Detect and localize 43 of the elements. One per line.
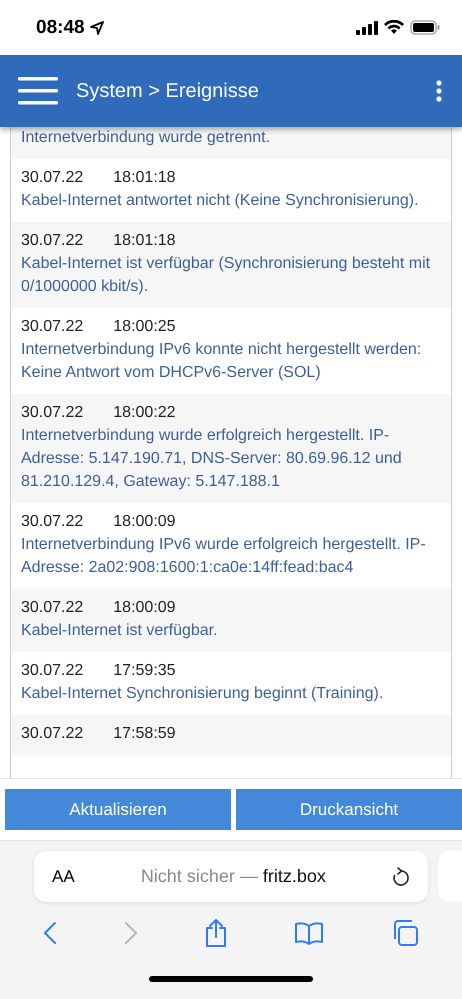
book-icon[interactable] [294,921,324,945]
event-date: 30.07.22 [21,317,84,337]
event-message: Internetverbindung wurde getrennt. [21,128,272,148]
clock-time: 08:48 [36,16,85,38]
event-message: Internetverbindung wurde erfolgreich hergestellt. IP-Adresse: 5.147.190.71, DNS-Server: 80.69.96.12 und 81.210.129.4, Gateway: 5.147.188.1 [21,426,403,492]
location-arrow-icon [90,20,104,34]
event-message: Kabel-Internet ist verfügbar. [21,621,219,641]
security-label: Nicht sicher — [140,866,258,886]
back-icon[interactable] [43,921,58,945]
event-date: 30.07.22 [21,724,84,744]
event-message: Kabel-Internet antwortet nicht (Keine Synchronisierung). [21,191,420,211]
event-message: Kabel-Internet ist verfügbar (Synchronisierung besteht mit 0/1000000 kbit/s). [21,254,432,297]
event-time: 18:00:22 [113,403,176,423]
event-date: 30.07.22 [21,231,84,251]
address-bar[interactable]: AA Nicht sicher — fritz.box [34,851,428,902]
event-time: 18:00:25 [113,317,176,337]
event-time: 18:00:09 [113,512,176,532]
domain-label: fritz.box [262,866,326,886]
wifi-icon [384,20,404,35]
event-time: 18:01:18 [113,168,176,188]
event-message: Kabel-Internet Synchronisierung beginnt (Training). [21,684,384,704]
event-message: Internetverbindung IPv6 wurde erfolgreich hergestellt. IP-Adresse: 2a02:908:1600:1:ca0e:14ff:fead:bac4 [21,535,427,578]
more-options-icon[interactable] [436,80,442,102]
event-date: 30.07.22 [21,168,84,188]
event-date: 30.07.22 [21,661,84,681]
page-title: System > Ereignisse [76,80,260,102]
forward-icon[interactable] [124,921,138,945]
action-button[interactable]: Aktualisieren [5,789,231,830]
event-date: 30.07.22 [21,512,84,532]
menu-icon[interactable] [18,77,58,105]
signal-icon [356,20,378,34]
text-size-button[interactable]: AA [52,866,75,886]
reload-icon[interactable] [392,866,410,886]
share-icon[interactable] [204,918,228,948]
event-time: 18:00:09 [113,598,176,618]
event-time: 17:58:59 [113,724,176,744]
event-date: 30.07.22 [21,598,84,618]
battery-icon [410,20,440,35]
event-time: 17:59:35 [113,661,176,681]
event-date: 30.07.22 [21,403,84,423]
event-message: Internetverbindung IPv6 konnte nicht hergestellt werden: Keine Antwort vom DHCPv6-Server (SOL) [21,340,422,383]
event-time: 18:01:18 [113,231,176,251]
action-button[interactable]: Druckansicht [236,789,462,830]
